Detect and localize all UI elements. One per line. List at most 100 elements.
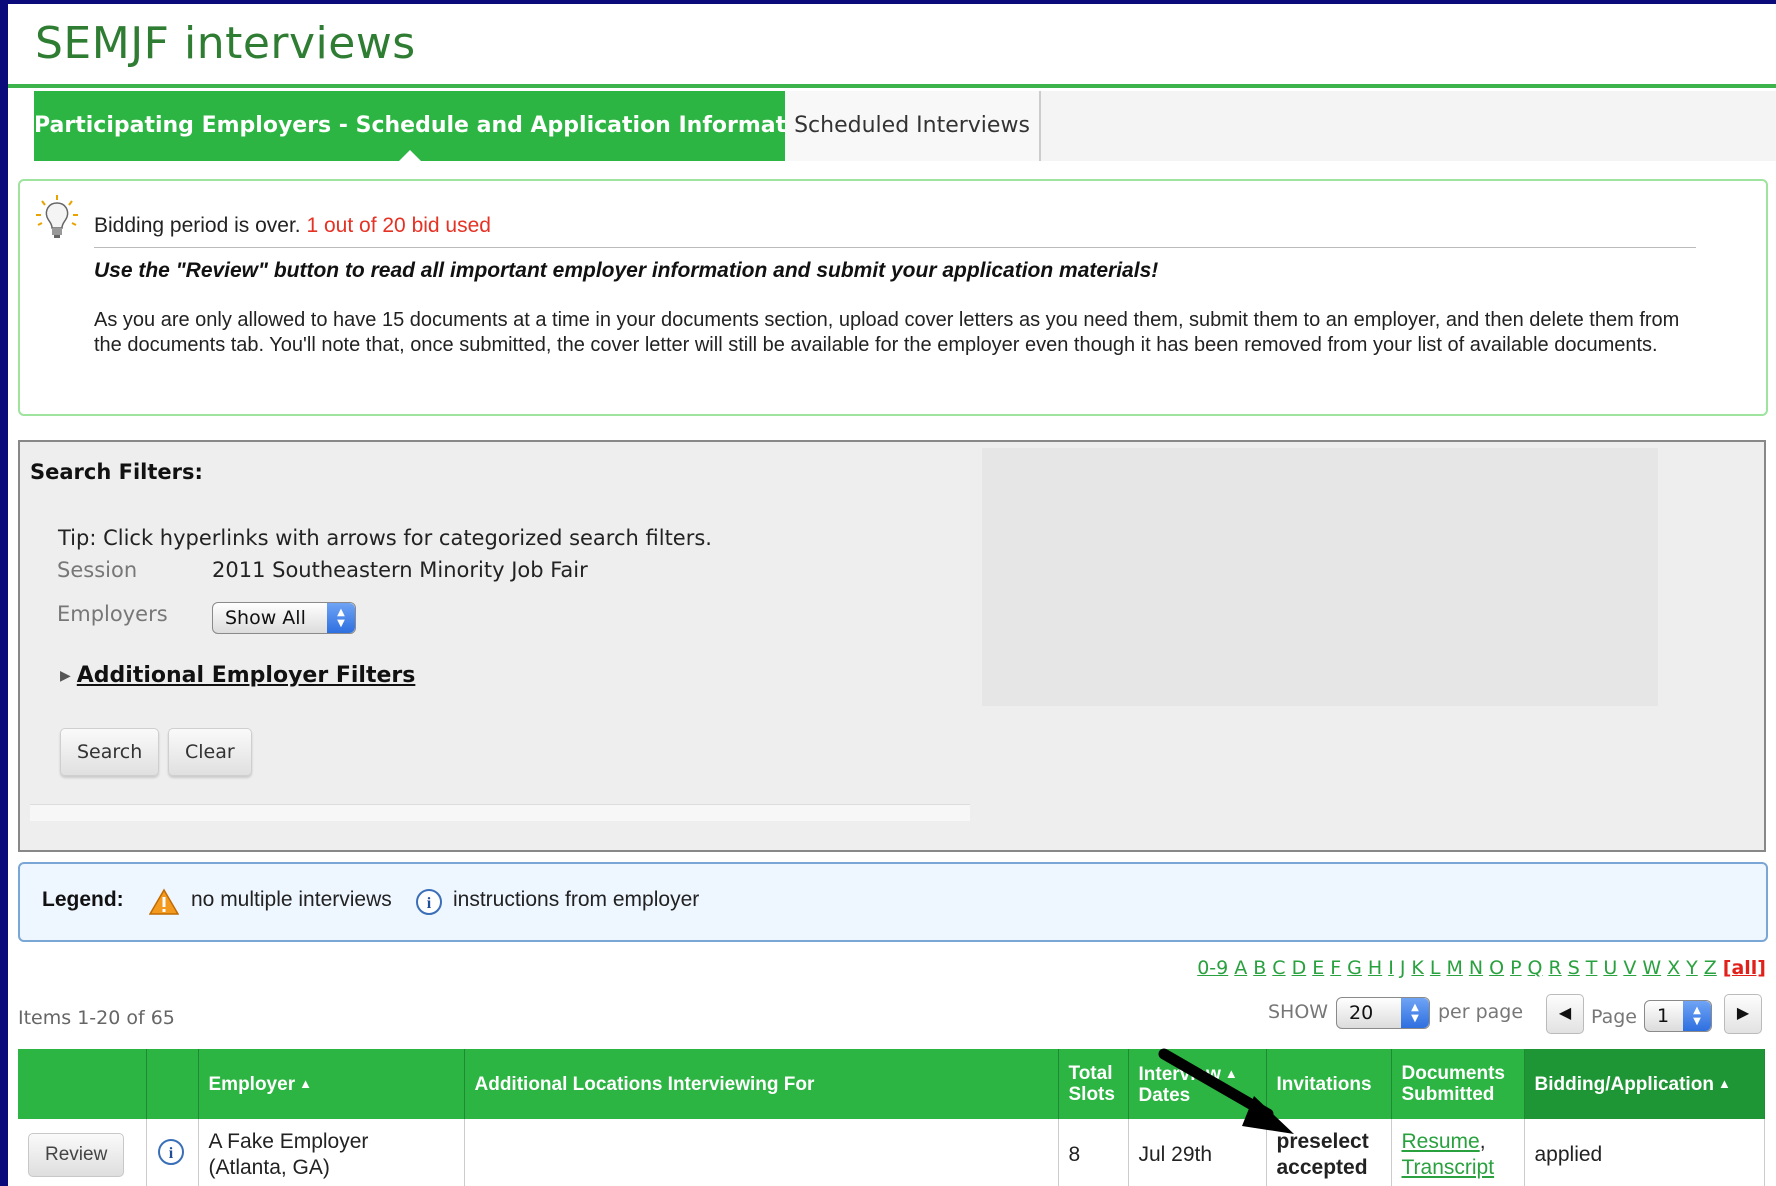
per-page-select[interactable]: 20 ▲ ▼: [1336, 997, 1430, 1029]
alphabet-link[interactable]: I: [1388, 957, 1394, 979]
per-page-value: 20: [1349, 1002, 1374, 1024]
page-value: 1: [1657, 1005, 1670, 1027]
title-divider: [8, 84, 1776, 88]
table-row: Review i A Fake Employer (Atlanta, GA) 8 …: [18, 1119, 1765, 1186]
page-label: Page: [1591, 1006, 1637, 1028]
alphabet-link[interactable]: W: [1642, 957, 1661, 979]
alphabet-link[interactable]: L: [1430, 957, 1441, 979]
legend-box: Legend: no multiple interviews i instruc…: [18, 862, 1768, 942]
alphabet-link[interactable]: 0-9: [1197, 957, 1228, 979]
review-instruction: Use the "Review" button to read all impo…: [94, 259, 1159, 282]
alphabet-link[interactable]: K: [1411, 957, 1423, 979]
expand-triangle-icon: ▶: [60, 668, 71, 684]
documents-cell: Resume, Transcript: [1391, 1119, 1525, 1186]
show-label: SHOW: [1268, 1001, 1329, 1023]
alphabet-link[interactable]: G: [1347, 957, 1362, 979]
table-header-row: Employer ▲ Additional Locations Interview…: [18, 1049, 1765, 1119]
legend-warning-text: no multiple interviews: [191, 888, 392, 911]
employer-cell: A Fake Employer (Atlanta, GA): [198, 1119, 465, 1186]
transcript-link[interactable]: Transcript: [1402, 1156, 1495, 1179]
alphabet-link[interactable]: F: [1330, 957, 1341, 979]
additional-employer-filters-link[interactable]: ▶ Additional Employer Filters: [60, 663, 415, 688]
session-label: Session: [57, 558, 138, 582]
review-button[interactable]: Review: [28, 1133, 125, 1177]
alphabet-link[interactable]: D: [1292, 957, 1307, 979]
page-title: SEMJF interviews: [35, 18, 416, 69]
per-page-label: per page: [1438, 1001, 1524, 1023]
bidding-status: Bidding period is over.: [94, 214, 301, 237]
select-arrows-icon: ▲ ▼: [327, 603, 355, 633]
select-arrows-icon: ▲ ▼: [1401, 998, 1429, 1028]
header-icon: [146, 1049, 199, 1119]
alphabet-link[interactable]: T: [1586, 957, 1598, 979]
resume-link[interactable]: Resume: [1402, 1130, 1480, 1153]
alphabet-link[interactable]: P: [1510, 957, 1521, 979]
alphabet-link[interactable]: Y: [1686, 957, 1698, 979]
alphabet-link[interactable]: V: [1623, 957, 1636, 979]
svg-text:i: i: [427, 895, 432, 912]
notice-divider: [94, 247, 1696, 248]
info-icon: i: [416, 889, 442, 915]
side-panel-content: [982, 448, 1658, 706]
sort-up-icon: ▲: [1717, 1076, 1731, 1091]
prev-page-button[interactable]: ◀: [1546, 994, 1584, 1034]
alphabet-link[interactable]: U: [1603, 957, 1617, 979]
alphabet-link[interactable]: H: [1368, 957, 1382, 979]
filters-tip: Tip: Click hyperlinks with arrows for ca…: [58, 526, 712, 550]
search-filters-heading: Search Filters:: [30, 460, 203, 484]
warning-icon: [149, 888, 179, 915]
svg-text:i: i: [168, 1145, 173, 1162]
documents-note: As you are only allowed to have 15 docum…: [94, 309, 1680, 356]
header-employer[interactable]: Employer ▲: [198, 1049, 465, 1119]
bidding-cell: applied: [1524, 1119, 1765, 1186]
alphabet-filter: 0-9 A B C D E F G H I J K L M N O P Q R S T U V W X Y Z [all]: [1191, 957, 1766, 979]
legend-info-text: instructions from employer: [453, 888, 700, 911]
alphabet-link[interactable]: A: [1234, 957, 1247, 979]
items-count: Items 1-20 of 65: [18, 1007, 175, 1029]
employers-select-value: Show All: [225, 607, 306, 629]
alphabet-link[interactable]: E: [1312, 957, 1324, 979]
alphabet-link[interactable]: Z: [1704, 957, 1717, 979]
filters-footer-bar: [30, 804, 970, 821]
sort-up-icon: ▲: [299, 1076, 312, 1091]
alphabet-link[interactable]: J: [1400, 957, 1406, 979]
alphabet-link[interactable]: R: [1549, 957, 1562, 979]
alphabet-link[interactable]: N: [1469, 957, 1483, 979]
alphabet-link[interactable]: Q: [1528, 957, 1543, 979]
slots-cell: 8: [1058, 1119, 1129, 1186]
header-locations: Additional Locations Interviewing For: [464, 1049, 1059, 1119]
app-window: SEMJF interviews Participating Employers…: [8, 4, 1776, 1186]
select-arrows-icon: ▲ ▼: [1683, 1001, 1711, 1031]
search-filters-panel: Search Filters: Tip: Click hyperlinks wi…: [18, 440, 978, 852]
annotation-arrow-icon: [1158, 1048, 1294, 1134]
header-review: [18, 1049, 147, 1119]
alphabet-all-link[interactable]: [all]: [1723, 957, 1766, 979]
header-documents: Documents Submitted: [1391, 1049, 1525, 1119]
alphabet-link[interactable]: X: [1667, 957, 1680, 979]
tab-bar: Participating Employers - Schedule and A…: [34, 91, 1776, 162]
lightbulb-icon: [36, 195, 78, 238]
alphabet-link[interactable]: B: [1253, 957, 1266, 979]
bid-count: 1 out of 20 bid used: [306, 214, 491, 237]
alphabet-link[interactable]: M: [1446, 957, 1462, 979]
side-panel: [974, 440, 1766, 852]
page-select[interactable]: 1 ▲ ▼: [1644, 1000, 1712, 1032]
tab-participating-employers[interactable]: Participating Employers - Schedule and A…: [34, 91, 825, 162]
header-total-slots: Total Slots: [1058, 1049, 1129, 1119]
notice-box: Bidding period is over. 1 out of 20 bid …: [18, 179, 1768, 416]
legend-label: Legend:: [42, 888, 124, 911]
employers-table: Employer ▲ Additional Locations Interview…: [18, 1049, 1765, 1186]
search-button[interactable]: Search: [60, 728, 160, 776]
clear-button[interactable]: Clear: [168, 728, 252, 776]
tab-scheduled-interviews[interactable]: Scheduled Interviews: [785, 91, 1041, 161]
alphabet-link[interactable]: S: [1568, 957, 1580, 979]
employers-label: Employers: [57, 602, 168, 626]
info-icon[interactable]: i: [157, 1138, 185, 1166]
alphabet-link[interactable]: O: [1489, 957, 1504, 979]
next-page-button[interactable]: ▶: [1724, 994, 1762, 1034]
employers-select[interactable]: Show All ▲ ▼: [212, 602, 356, 634]
locations-cell: [464, 1119, 1059, 1186]
header-bidding[interactable]: Bidding/Application ▲: [1524, 1049, 1765, 1119]
session-value: 2011 Southeastern Minority Job Fair: [212, 558, 588, 582]
alphabet-link[interactable]: C: [1272, 957, 1285, 979]
